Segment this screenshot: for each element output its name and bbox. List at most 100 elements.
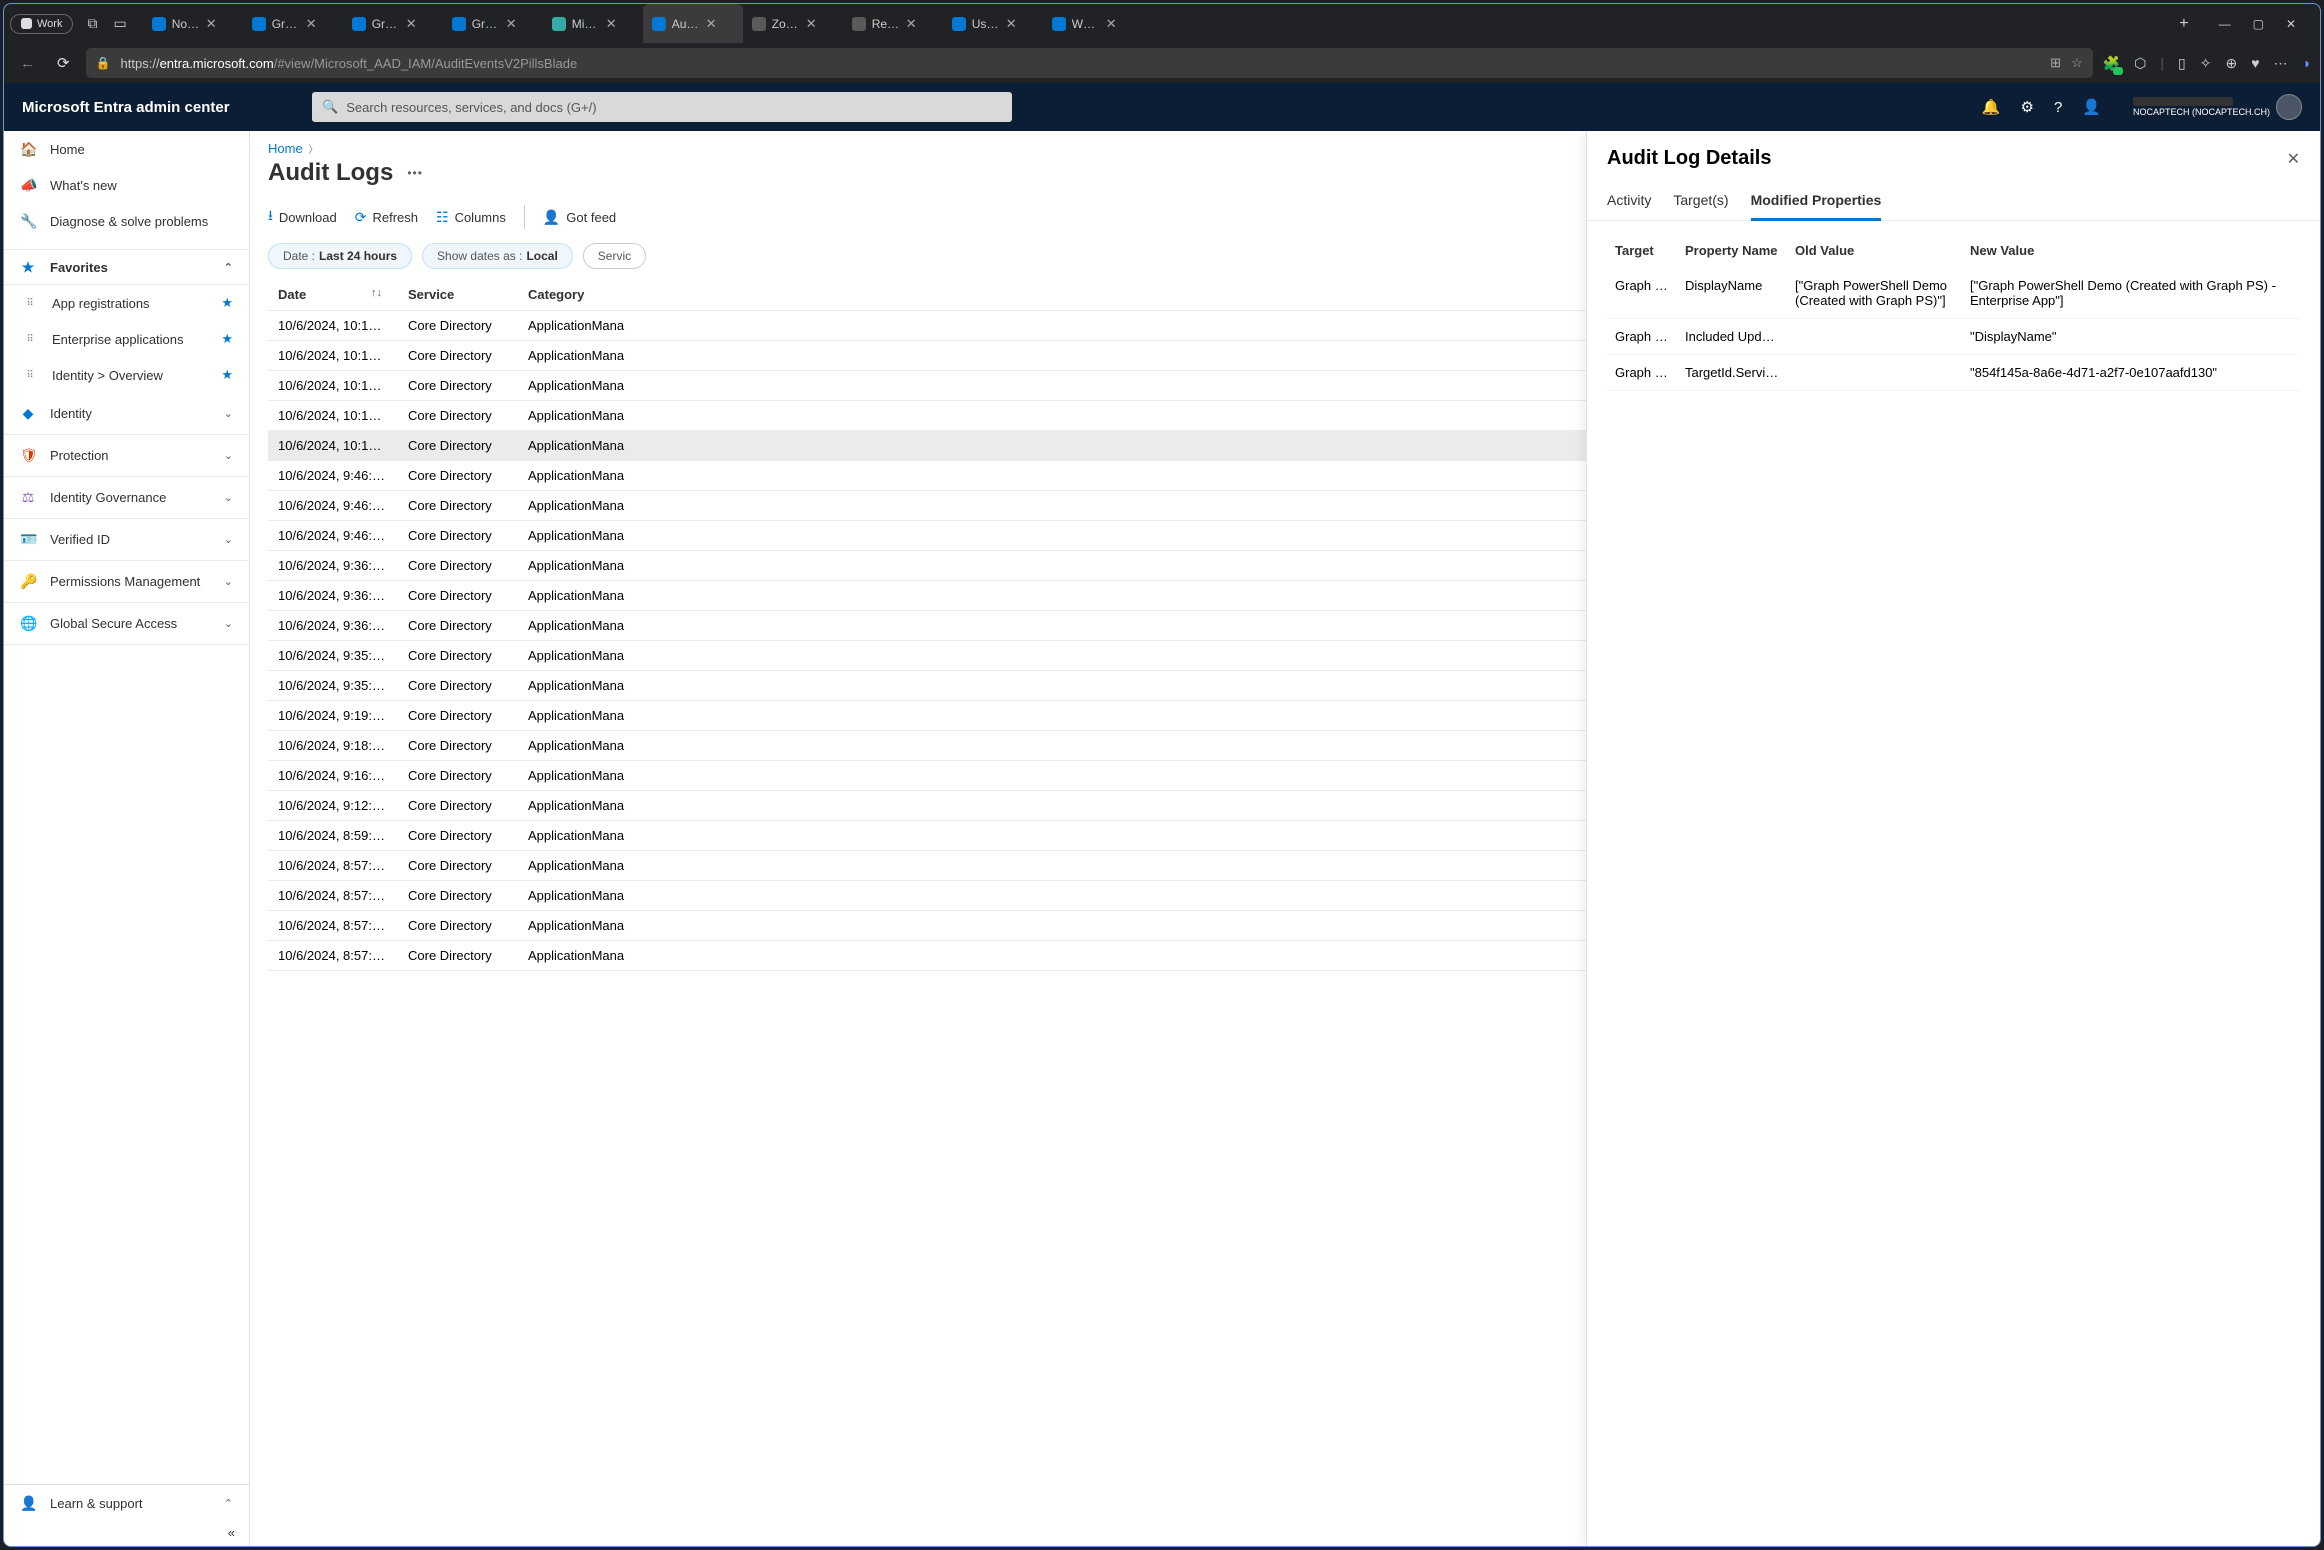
back-button[interactable]: ←: [14, 55, 41, 72]
nav-whats-new[interactable]: 📣 What's new: [4, 167, 249, 203]
chevron-down-icon: ⌄: [224, 617, 233, 630]
favorite-star-icon[interactable]: ★: [221, 331, 233, 347]
favicon: [152, 17, 166, 31]
browser-tab[interactable]: Register a✕: [843, 4, 943, 43]
cell-date: 10/6/2024, 8:57:30 PM: [268, 911, 398, 941]
col-service[interactable]: Service: [398, 279, 518, 311]
sidebar-section[interactable]: ◆Identity⌄: [4, 393, 249, 435]
nav-diagnose[interactable]: 🔧 Diagnose & solve problems: [4, 203, 249, 239]
col-date[interactable]: Date ↑↓: [268, 279, 398, 311]
sidebar-fav-item[interactable]: ⠿Enterprise applications★: [4, 321, 249, 357]
property-row[interactable]: Graph Po...TargetId.Service..."854f145a-…: [1607, 355, 2300, 391]
feedback-button[interactable]: 👤 Got feed: [543, 205, 616, 229]
minimize-button[interactable]: —: [2219, 17, 2231, 31]
page-more-button[interactable]: •••: [407, 166, 423, 180]
cell-service: Core Directory: [398, 911, 518, 941]
close-tab-icon[interactable]: ✕: [206, 16, 234, 32]
notifications-icon[interactable]: 🔔: [1982, 98, 2001, 116]
close-tab-icon[interactable]: ✕: [606, 16, 634, 32]
sidebar-fav-item[interactable]: ⠿Identity > Overview★: [4, 357, 249, 393]
refresh-command-button[interactable]: ⟳ Refresh: [355, 205, 418, 229]
columns-button[interactable]: ☷ Columns: [436, 205, 506, 229]
refresh-button[interactable]: ⟳: [51, 54, 76, 72]
tab-actions-icon[interactable]: ▭: [105, 15, 134, 32]
close-tab-icon[interactable]: ✕: [906, 16, 934, 32]
cell-date: 10/6/2024, 9:35:12 PM: [268, 671, 398, 701]
sidebar-item-label: Identity Governance: [50, 490, 210, 505]
close-tab-icon[interactable]: ✕: [706, 16, 734, 32]
new-tab-button[interactable]: +: [2167, 15, 2200, 33]
settings-menu-icon[interactable]: ⋯: [2274, 55, 2288, 72]
browser-tab[interactable]: Graph Pow✕: [343, 4, 443, 43]
browser-tab[interactable]: NoCapTec✕: [143, 4, 243, 43]
download-button[interactable]: ⭳ Download: [268, 205, 337, 229]
sidebar-section[interactable]: ⚖Identity Governance⌄: [4, 477, 249, 519]
close-tab-icon[interactable]: ✕: [1106, 16, 1134, 32]
breadcrumb-home[interactable]: Home: [268, 141, 303, 156]
close-tab-icon[interactable]: ✕: [806, 16, 834, 32]
feedback-icon[interactable]: 👤: [2082, 98, 2101, 116]
browser-tab[interactable]: Microsoft✕: [543, 4, 643, 43]
nav-home[interactable]: 🏠 Home: [4, 131, 249, 167]
collections-icon[interactable]: ⊕: [2225, 55, 2237, 72]
url-box[interactable]: 🔒 https://entra.microsoft.com/#view/Micr…: [86, 48, 2093, 78]
browser-tab[interactable]: Audit Log✕: [643, 4, 743, 43]
favorite-star-icon[interactable]: ★: [221, 367, 233, 383]
tab-targets[interactable]: Target(s): [1673, 186, 1728, 221]
workspaces-icon[interactable]: ⧉: [79, 15, 105, 32]
property-row[interactable]: Graph Po...DisplayName["Graph PowerShell…: [1607, 268, 2300, 319]
close-tab-icon[interactable]: ✕: [506, 16, 534, 32]
filter-service[interactable]: Servic: [583, 243, 646, 269]
sidebar-section[interactable]: 🪪Verified ID⌄: [4, 519, 249, 561]
sidebar-section[interactable]: 🌐Global Secure Access⌄: [4, 603, 249, 645]
sidebar-fav-item[interactable]: ⠿App registrations★: [4, 285, 249, 321]
favorite-star-icon[interactable]: ☆: [2071, 55, 2083, 71]
sidebar-section[interactable]: 🛡Protection⌄: [4, 435, 249, 477]
browser-tab[interactable]: Users - M✕: [943, 4, 1043, 43]
favorite-star-icon[interactable]: ★: [221, 295, 233, 311]
collapse-sidebar-button[interactable]: «: [228, 1525, 235, 1540]
extension-icon[interactable]: 🧩: [2103, 55, 2120, 72]
account-control[interactable]: NOCAPTECH (NOCAPTECH.CH): [2133, 94, 2302, 120]
product-name[interactable]: Microsoft Entra admin center: [22, 99, 312, 116]
cell-target: Graph Po...: [1607, 268, 1677, 319]
filter-show-dates-as[interactable]: Show dates as : Local: [422, 243, 573, 269]
diagnose-icon: 🔧: [20, 213, 36, 230]
close-tab-icon[interactable]: ✕: [406, 16, 434, 32]
close-window-button[interactable]: ✕: [2286, 17, 2296, 31]
tab-label: Zoom - M: [772, 17, 800, 31]
global-search[interactable]: 🔍 Search resources, services, and docs (…: [312, 92, 1012, 122]
app-mode-icon[interactable]: ⊞: [2050, 55, 2061, 71]
copilot-icon[interactable]: ◑: [2302, 55, 2310, 71]
nav-learn-support[interactable]: 👤 Learn & support ⌃: [4, 1485, 249, 1521]
close-tab-icon[interactable]: ✕: [306, 16, 334, 32]
tab-modified-properties[interactable]: Modified Properties: [1751, 186, 1882, 221]
close-tab-icon[interactable]: ✕: [1006, 16, 1034, 32]
work-profile-badge[interactable]: Work: [10, 14, 73, 34]
browser-tab[interactable]: Zoom - M ✕: [743, 4, 843, 43]
tab-label: Graph Pow: [472, 17, 500, 31]
browser-tab[interactable]: Graph Pow✕: [243, 4, 343, 43]
sidebar-item-label: Protection: [50, 448, 210, 463]
nav-favorites-header[interactable]: ★ Favorites ⌃: [4, 249, 249, 285]
browser-address-bar: ← ⟳ 🔒 https://entra.microsoft.com/#view/…: [4, 43, 2320, 83]
help-icon[interactable]: ?: [2054, 99, 2062, 116]
tab-activity[interactable]: Activity: [1607, 186, 1651, 221]
favicon: [952, 17, 966, 31]
cell-date: 10/6/2024, 9:36:52 PM: [268, 551, 398, 581]
cell-date: 10/6/2024, 10:15:07 ...: [268, 401, 398, 431]
favicon: [252, 17, 266, 31]
sidebar-section[interactable]: 🔑Permissions Management⌄: [4, 561, 249, 603]
close-details-button[interactable]: ✕: [2287, 149, 2300, 169]
settings-gear-icon[interactable]: ⚙: [2021, 98, 2034, 116]
browser-tab[interactable]: Graph Pow ✕: [443, 4, 543, 43]
browser-essentials-icon[interactable]: ♥: [2251, 55, 2259, 71]
cell-date: 10/6/2024, 8:57:31 PM: [268, 881, 398, 911]
split-screen-icon[interactable]: ▯: [2178, 55, 2186, 72]
filter-date[interactable]: Date : Last 24 hours: [268, 243, 412, 269]
maximize-button[interactable]: ▢: [2253, 17, 2264, 31]
browser-tab[interactable]: What's Th✕: [1043, 4, 1143, 43]
favorites-icon[interactable]: ✧: [2200, 55, 2212, 72]
extensions-menu-icon[interactable]: ⬡: [2134, 55, 2146, 72]
property-row[interactable]: Graph Po...Included Updat..."DisplayName…: [1607, 319, 2300, 355]
